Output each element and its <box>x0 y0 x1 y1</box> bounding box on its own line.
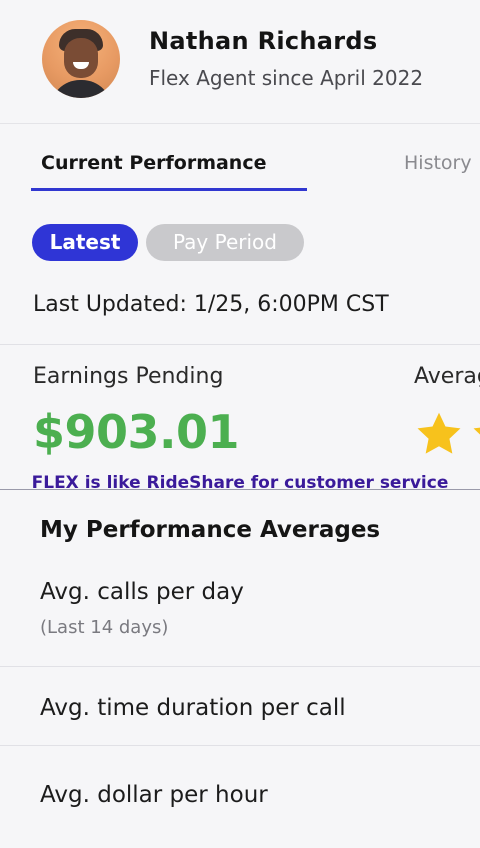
last-updated-text: Last Updated: 1/25, 6:00PM CST <box>33 292 389 317</box>
filter-latest-button[interactable]: Latest <box>32 224 138 261</box>
rating-label: Average Rating <box>414 364 480 389</box>
agent-since: Flex Agent since April 2022 <box>149 66 424 90</box>
metric-time-per-call[interactable]: Avg. time duration per call <box>40 695 346 721</box>
agent-name: Nathan Richards <box>149 27 378 55</box>
divider <box>0 666 480 667</box>
divider <box>0 344 480 345</box>
earnings-value: $903.01 <box>33 405 240 459</box>
avatar-shirt <box>50 80 112 98</box>
avatar[interactable] <box>42 20 120 98</box>
tab-history[interactable]: History <box>404 152 472 174</box>
metric-calls-per-day[interactable]: Avg. calls per day <box>40 579 244 605</box>
metric-calls-per-day-period: (Last 14 days) <box>40 617 169 638</box>
star-icon <box>417 412 461 454</box>
averages-title: My Performance Averages <box>40 517 381 543</box>
profile-header: Nathan Richards Flex Agent since April 2… <box>0 0 480 124</box>
earnings-label: Earnings Pending <box>33 364 224 389</box>
tab-current-performance[interactable]: Current Performance <box>41 152 267 174</box>
star-icon <box>473 427 480 435</box>
caption-divider <box>0 489 480 490</box>
performance-screen: Nathan Richards Flex Agent since April 2… <box>0 0 480 848</box>
overlay-caption: FLEX is like RideShare for customer serv… <box>31 473 449 493</box>
metric-dollar-per-hour[interactable]: Avg. dollar per hour <box>40 782 268 808</box>
filter-pay-period-button[interactable]: Pay Period <box>146 224 304 261</box>
divider <box>0 745 480 746</box>
avatar-face <box>64 38 98 78</box>
active-tab-indicator <box>31 188 307 191</box>
tab-bar: Current Performance History <box>0 125 480 197</box>
